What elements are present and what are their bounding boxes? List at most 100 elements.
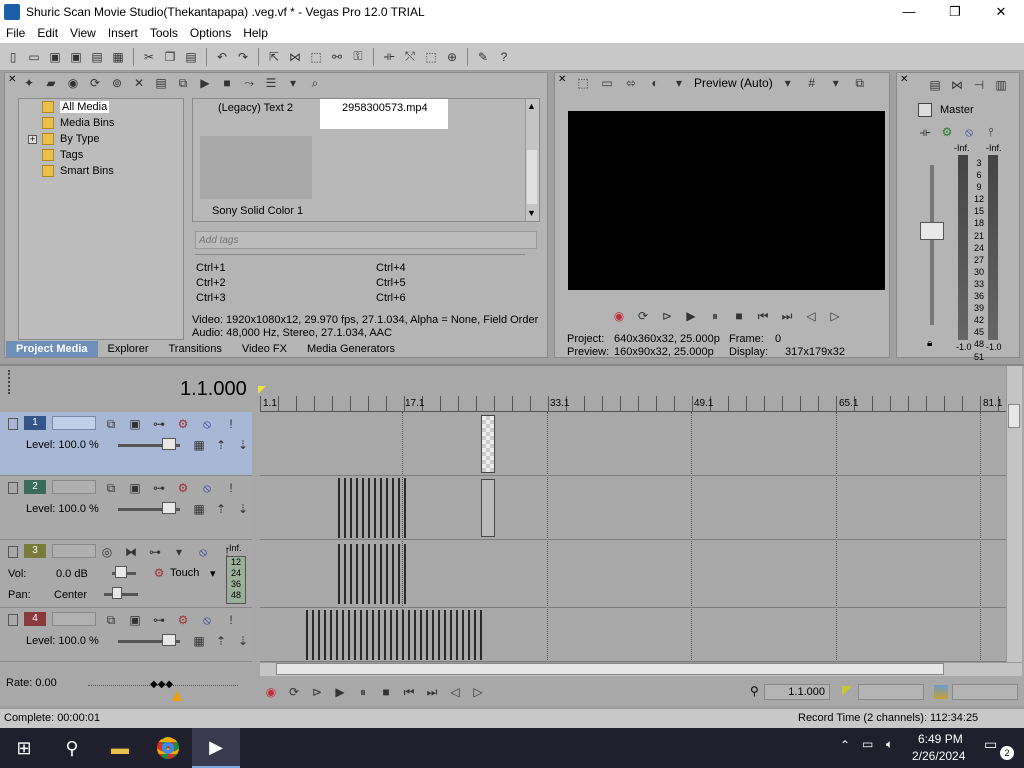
pause-icon[interactable]: ⏸ bbox=[354, 683, 372, 701]
views-dropdown-icon[interactable]: ▾ bbox=[284, 74, 302, 92]
stop-icon[interactable]: ■ bbox=[730, 307, 748, 325]
menu-file[interactable]: File bbox=[0, 26, 31, 40]
show-hidden-icons[interactable]: ⌃ bbox=[840, 738, 850, 752]
level-slider-handle[interactable] bbox=[162, 438, 176, 450]
cursor-position-field[interactable]: 1.1.000 bbox=[764, 684, 830, 700]
move-up-icon[interactable]: ⇡ bbox=[212, 632, 230, 650]
track-minimize-icon[interactable] bbox=[8, 418, 18, 430]
menu-tools[interactable]: Tools bbox=[144, 26, 184, 40]
search-media-icon[interactable]: ⊚ bbox=[108, 74, 126, 92]
tag-shortcut-3[interactable]: Ctrl+3 bbox=[196, 292, 226, 304]
play-media-icon[interactable]: ▶ bbox=[196, 74, 214, 92]
expand-icon[interactable]: + bbox=[28, 135, 37, 144]
properties-icon[interactable]: ▤ bbox=[152, 74, 170, 92]
redo-icon[interactable]: ↷ bbox=[234, 48, 252, 66]
track-3-header[interactable]: 3 ◎ ⧓ ⊶ ▾ ⦸ ! -Inf. 12 24 36 48 Vol: 0.0 dB… bbox=[0, 540, 252, 608]
track-fx-icon[interactable]: ⚙ bbox=[174, 611, 192, 629]
overlays-dropdown-icon[interactable]: ▾ bbox=[827, 74, 845, 92]
chrome-icon[interactable] bbox=[144, 728, 192, 768]
pause-icon[interactable]: ⏸ bbox=[706, 307, 724, 325]
mute-icon[interactable]: ⦸ bbox=[198, 479, 216, 497]
timeline-grip-icon[interactable] bbox=[8, 370, 11, 394]
panel-close-icon[interactable]: ✕ bbox=[8, 74, 16, 94]
envelope-tool-icon[interactable]: ⋈ bbox=[286, 48, 304, 66]
tree-item-smart-bins[interactable]: Smart Bins bbox=[42, 163, 114, 178]
scrollbar-thumb[interactable] bbox=[527, 150, 537, 204]
track-minimize-icon[interactable] bbox=[8, 614, 18, 626]
media-event-clip[interactable] bbox=[481, 479, 495, 537]
make-parent-icon[interactable]: ▣ bbox=[126, 479, 144, 497]
make-parent-icon[interactable]: ▣ bbox=[126, 415, 144, 433]
fader-lock-icon[interactable]: 🔒︎ bbox=[927, 338, 932, 349]
menu-help[interactable]: Help bbox=[237, 26, 274, 40]
save-as-icon[interactable]: ▣ bbox=[67, 48, 85, 66]
track-name-field[interactable] bbox=[52, 612, 96, 626]
level-slider-handle[interactable] bbox=[162, 634, 176, 646]
arm-record-icon[interactable]: ◎ bbox=[98, 543, 116, 561]
invert-phase-icon[interactable]: ⧓ bbox=[122, 543, 140, 561]
cut-icon[interactable]: ✂ bbox=[140, 48, 158, 66]
timeline-ruler[interactable] bbox=[260, 396, 1008, 412]
close-button[interactable]: ✕ bbox=[978, 0, 1024, 23]
track-fx-icon[interactable]: ⊶ bbox=[146, 543, 164, 561]
audio-events-cluster[interactable] bbox=[338, 544, 408, 604]
fx-dropdown-icon[interactable]: ▾ bbox=[170, 543, 188, 561]
move-up-icon[interactable]: ⇡ bbox=[212, 436, 230, 454]
stop-media-icon[interactable]: ■ bbox=[218, 74, 236, 92]
previous-frame-icon[interactable]: ◁ bbox=[802, 307, 820, 325]
track-minimize-icon[interactable] bbox=[8, 482, 18, 494]
script-icon[interactable]: ✎ bbox=[474, 48, 492, 66]
paste-icon[interactable]: ▤ bbox=[182, 48, 200, 66]
compositing-mode-icon[interactable]: ⧉ bbox=[102, 479, 120, 497]
go-to-start-icon[interactable]: ⏮ bbox=[400, 683, 418, 701]
vegas-taskbar-icon[interactable]: ▶ bbox=[192, 728, 240, 768]
record-icon[interactable]: ◉ bbox=[262, 683, 280, 701]
dim-output-icon[interactable]: ⊣ bbox=[970, 76, 988, 94]
event-fx-icon[interactable]: ▦ bbox=[190, 500, 208, 518]
track-motion-icon[interactable]: ⊶ bbox=[150, 415, 168, 433]
render-icon[interactable]: ▤ bbox=[88, 48, 106, 66]
media-item-legacy-text[interactable]: (Legacy) Text 2 bbox=[218, 102, 293, 114]
track-2-header[interactable]: 2 ⧉ ▣ ⊶ ⚙ ⦸ ! Level: 100.0 % ▦ ⇡ ⇣ bbox=[0, 476, 252, 540]
track-name-field[interactable] bbox=[52, 480, 96, 494]
refresh-icon[interactable]: ⟳ bbox=[86, 74, 104, 92]
play-from-start-icon[interactable]: ⊳ bbox=[658, 307, 676, 325]
tab-video-fx[interactable]: Video FX bbox=[232, 341, 297, 357]
menu-view[interactable]: View bbox=[64, 26, 102, 40]
external-monitor-icon[interactable]: ▭ bbox=[598, 74, 616, 92]
track-name-field[interactable] bbox=[52, 544, 96, 558]
go-to-start-icon[interactable]: ⏮ bbox=[754, 307, 772, 325]
mixer-properties-icon[interactable]: ▤ bbox=[926, 76, 944, 94]
master-bypass-icon[interactable]: ⦸ bbox=[960, 123, 978, 141]
automation-dropdown-icon[interactable]: ▾ bbox=[210, 567, 216, 580]
preview-properties-icon[interactable]: ⬚ bbox=[574, 74, 592, 92]
lock-envelopes-icon[interactable]: ⚿ bbox=[349, 48, 367, 66]
tree-item-media-bins[interactable]: Media Bins bbox=[42, 115, 114, 130]
tag-shortcut-5[interactable]: Ctrl+5 bbox=[376, 277, 406, 289]
stop-icon[interactable]: ■ bbox=[377, 683, 395, 701]
compositing-mode-icon[interactable]: ⧉ bbox=[102, 611, 120, 629]
overlays-icon[interactable]: # bbox=[803, 74, 821, 92]
track-motion-icon[interactable]: ⊶ bbox=[150, 611, 168, 629]
video-events-cluster[interactable] bbox=[338, 478, 408, 538]
expand-keyframes-icon[interactable]: ⇣ bbox=[234, 500, 252, 518]
expand-keyframes-icon[interactable]: ⇣ bbox=[234, 632, 252, 650]
windows-start-icon[interactable]: ⊞ bbox=[0, 728, 48, 768]
track-fx-icon[interactable]: ⚙ bbox=[174, 415, 192, 433]
move-up-icon[interactable]: ⇡ bbox=[212, 500, 230, 518]
add-tags-input[interactable] bbox=[195, 231, 537, 249]
compositing-mode-icon[interactable]: ⧉ bbox=[102, 415, 120, 433]
cursor-time-display[interactable]: 1.1.000 bbox=[180, 378, 247, 401]
master-fx-icon[interactable]: ⟛ bbox=[916, 123, 934, 141]
track-1-lane[interactable] bbox=[260, 412, 1008, 476]
mute-icon[interactable]: ⦸ bbox=[198, 611, 216, 629]
next-frame-icon[interactable]: ▷ bbox=[469, 683, 487, 701]
menu-edit[interactable]: Edit bbox=[31, 26, 64, 40]
loop-icon[interactable]: ⟳ bbox=[634, 307, 652, 325]
auto-ripple-icon[interactable]: ⚯ bbox=[328, 48, 346, 66]
tree-item-by-type[interactable]: By Type bbox=[42, 131, 100, 146]
tag-shortcut-2[interactable]: Ctrl+2 bbox=[196, 277, 226, 289]
go-to-end-icon[interactable]: ⏭ bbox=[423, 683, 441, 701]
open-icon[interactable]: ▭ bbox=[25, 48, 43, 66]
mute-icon[interactable]: ⦸ bbox=[198, 415, 216, 433]
